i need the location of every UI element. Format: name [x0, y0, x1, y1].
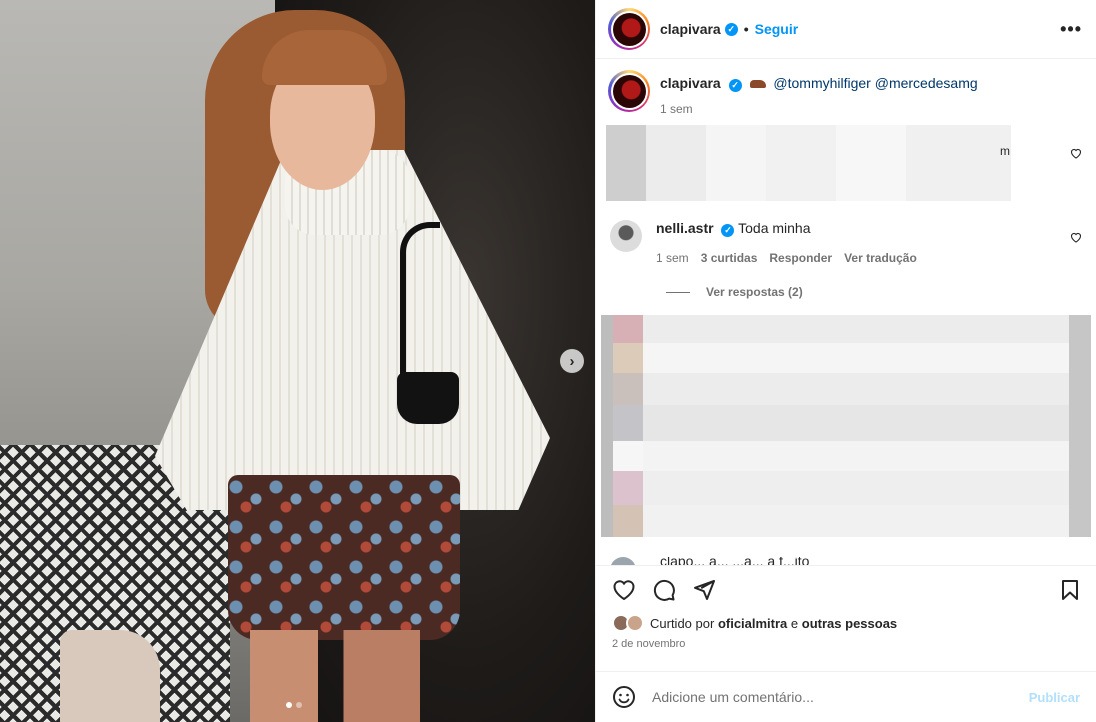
caption-avatar[interactable] [608, 70, 650, 112]
post-date[interactable]: 2 de novembro [596, 632, 1096, 650]
author-avatar-image [612, 12, 646, 46]
share-paper-plane-icon[interactable] [692, 578, 716, 602]
liked-by-avatars[interactable] [612, 614, 646, 632]
add-comment-input[interactable] [652, 689, 1029, 705]
carousel-next-button[interactable]: › [560, 349, 584, 373]
photo-bag-strap [400, 222, 440, 387]
carousel-dots [286, 702, 302, 708]
save-bookmark-icon[interactable] [1058, 578, 1082, 602]
partial-comment: clapo... a... ...a... a f...ito [610, 557, 860, 565]
chevron-right-icon: › [569, 352, 575, 370]
comment-like-heart-icon[interactable] [1070, 148, 1082, 159]
comment-time[interactable]: 1 sem [656, 251, 689, 265]
follow-button[interactable]: Seguir [755, 21, 799, 37]
blurred-comment-tail: m [1000, 144, 1010, 158]
author-username-row: clapivara ✓ • Seguir [660, 21, 798, 37]
caption-time[interactable]: 1 sem [660, 102, 978, 116]
author-username[interactable]: clapivara [660, 21, 721, 37]
liked-by-others[interactable]: outras pessoas [802, 616, 897, 631]
liked-by-conj: e [790, 615, 799, 631]
post-photo[interactable]: › [0, 0, 595, 722]
post-side-panel: clapivara ✓ • Seguir ••• clapivara ✓ @to… [595, 0, 1096, 722]
emoji-smiley-icon[interactable] [612, 685, 636, 709]
add-comment-bar: Publicar [596, 671, 1096, 722]
comment-likes-count[interactable]: 3 curtidas [701, 251, 758, 265]
liked-by-prefix: Curtido por [650, 615, 715, 631]
blurred-comment-block [601, 315, 1091, 537]
commenter-username[interactable]: nelli.astr [656, 220, 714, 236]
caption-avatar-image [612, 74, 646, 108]
reply-button[interactable]: Responder [769, 251, 832, 265]
header-separator: • [743, 21, 749, 37]
verified-badge-icon: ✓ [721, 224, 735, 237]
liked-by-row: Curtido por oficialmitra e outras pessoa… [596, 602, 1096, 632]
post-modal: › clapivara ✓ • Seguir ••• clapivara ✓ @… [0, 0, 1096, 722]
replies-line [666, 291, 690, 293]
commenter-avatar[interactable] [610, 220, 642, 252]
photo-figure-legs [250, 630, 420, 722]
carousel-dot-active [286, 702, 292, 708]
translate-button[interactable]: Ver tradução [844, 251, 917, 265]
blurred-comment [606, 125, 1011, 201]
like-heart-icon[interactable] [612, 578, 636, 602]
photo-cushion [60, 630, 160, 722]
car-emoji-icon [749, 80, 766, 89]
publish-button[interactable]: Publicar [1029, 690, 1080, 705]
comment-text: Toda minha [738, 220, 811, 236]
caption: clapivara ✓ @tommyhilfiger @mercedesamg … [608, 60, 1084, 116]
post-header: clapivara ✓ • Seguir ••• [596, 0, 1096, 59]
action-icons [596, 566, 1096, 602]
caption-username[interactable]: clapivara [660, 75, 721, 91]
verified-badge-icon: ✓ [728, 79, 742, 92]
view-replies-label: Ver respostas (2) [706, 285, 803, 299]
liked-by-user[interactable]: oficialmitra [718, 616, 787, 631]
author-avatar[interactable] [608, 8, 650, 50]
more-options-icon[interactable]: ••• [1060, 19, 1082, 40]
photo-figure-skirt [228, 475, 460, 640]
comment-bubble-icon[interactable] [652, 578, 676, 602]
caption-mentions[interactable]: @tommyhilfiger @mercedesamg [773, 75, 977, 91]
comments-list[interactable]: clapivara ✓ @tommyhilfiger @mercedesamg … [596, 60, 1096, 565]
partial-comment-text: clapo... a... ...a... a f...ito [660, 557, 810, 565]
partial-comment-avatar [610, 557, 636, 565]
comment-like-heart-icon[interactable] [1070, 232, 1082, 243]
post-actions: Curtido por oficialmitra e outras pessoa… [596, 565, 1096, 722]
verified-badge-icon: ✓ [724, 22, 738, 36]
comment-meta: 1 sem 3 curtidas Responder Ver tradução [656, 251, 917, 265]
view-replies-button[interactable]: Ver respostas (2) [666, 285, 803, 299]
blurred-avatar-column [613, 315, 643, 537]
carousel-dot [296, 702, 302, 708]
photo-bag [397, 372, 459, 424]
comment-item: nelli.astr ✓ Toda minha 1 sem 3 curtidas… [610, 220, 917, 265]
